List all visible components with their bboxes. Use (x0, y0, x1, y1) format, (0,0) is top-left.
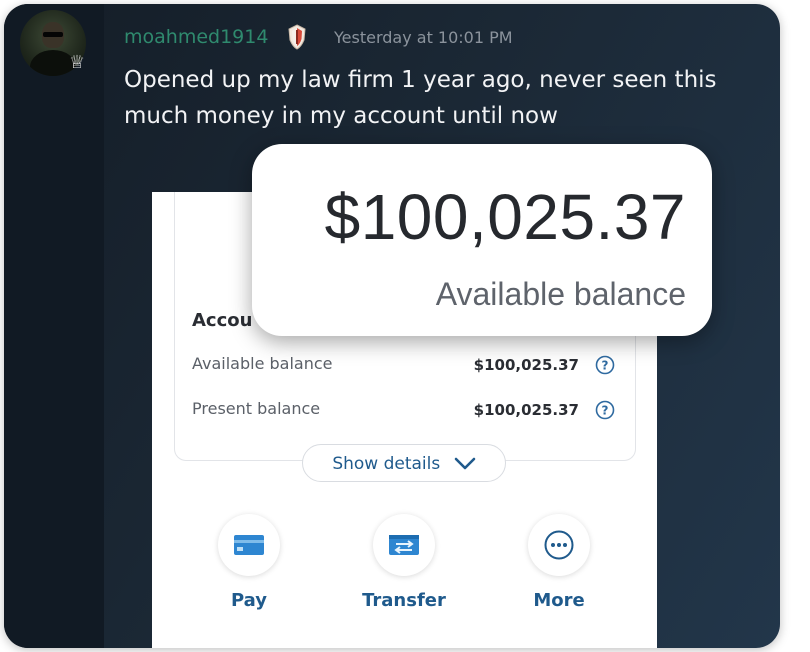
account-title: Accou (192, 310, 253, 331)
help-icon[interactable]: ? (595, 355, 615, 375)
chevron-down-icon (454, 457, 475, 470)
more-label: More (533, 590, 585, 611)
available-balance-value: $100,025.37 (473, 356, 579, 374)
svg-text:?: ? (602, 404, 609, 418)
crown-icon: ♕ (68, 52, 86, 73)
credit-card-icon (234, 535, 264, 555)
present-balance-value: $100,025.37 (473, 401, 579, 419)
more-action[interactable]: More (504, 514, 614, 611)
transfer-action[interactable]: Transfer (349, 514, 459, 611)
more-dots-icon (544, 530, 574, 560)
avatar-gutter (4, 4, 104, 648)
show-details-button[interactable]: Show details (302, 444, 506, 482)
transfer-card-icon (389, 535, 419, 555)
transfer-label: Transfer (362, 590, 446, 611)
shield-badge-icon[interactable] (288, 24, 306, 50)
available-balance-label: Available balance (192, 354, 333, 373)
message-timestamp: Yesterday at 10:01 PM (334, 28, 513, 47)
transfer-button[interactable] (373, 514, 435, 576)
zoomed-balance-callout: $100,025.37 Available balance (252, 144, 712, 336)
username[interactable]: moahmed1914 (124, 26, 268, 48)
zoomed-balance-amount: $100,025.37 (324, 181, 686, 253)
present-balance-label: Present balance (192, 399, 321, 418)
pay-action[interactable]: Pay (194, 514, 304, 611)
help-icon[interactable]: ? (595, 400, 615, 420)
pay-button[interactable] (218, 514, 280, 576)
more-button[interactable] (528, 514, 590, 576)
message-text: Opened up my law firm 1 year ago, never … (124, 67, 717, 129)
zoomed-balance-label: Available balance (435, 276, 686, 312)
svg-text:?: ? (602, 359, 609, 373)
pay-label: Pay (230, 590, 268, 611)
show-details-label: Show details (332, 454, 441, 474)
chat-message-frame: ♕ moahmed1914 Yesterday at 10:01 PM Open… (4, 4, 780, 648)
